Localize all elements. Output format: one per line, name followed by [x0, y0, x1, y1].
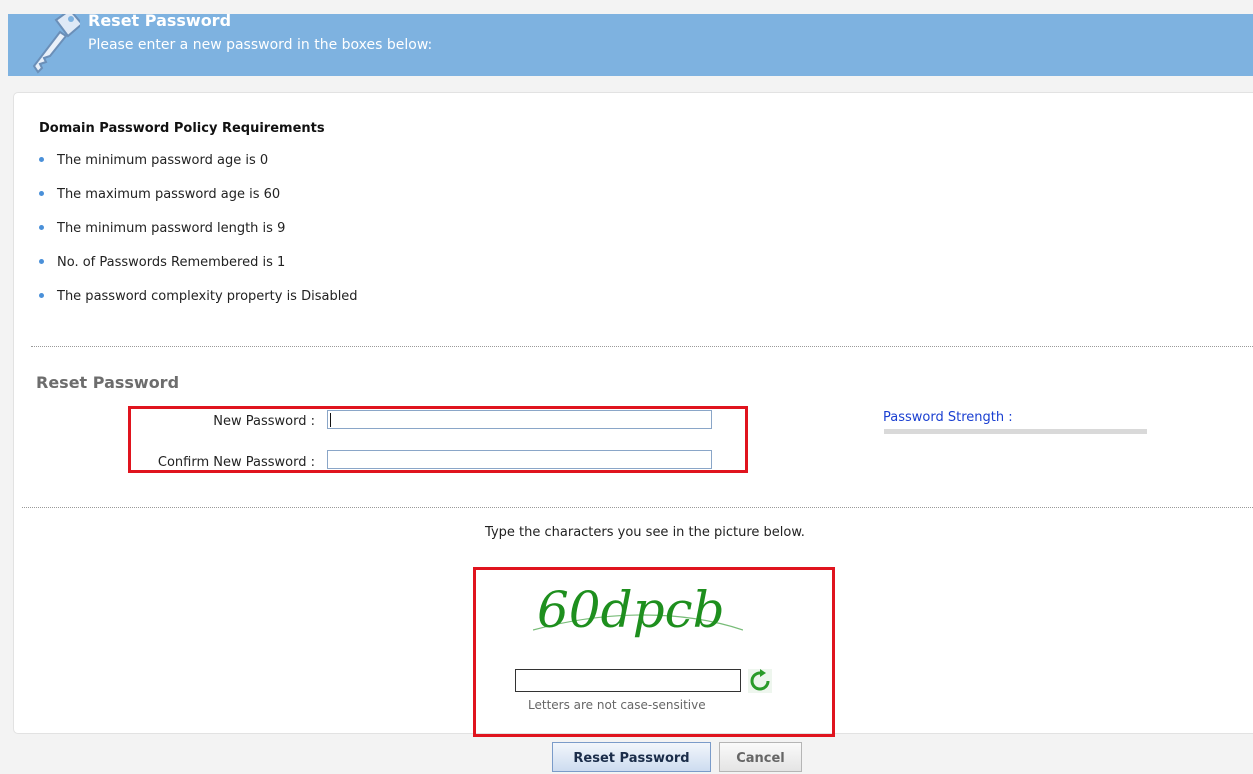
policy-item-text: The minimum password age is 0	[57, 153, 269, 168]
refresh-icon[interactable]	[748, 669, 772, 693]
reset-password-button[interactable]: Reset Password	[552, 742, 711, 772]
page-title: Reset Password	[88, 11, 232, 30]
bullet-icon	[39, 157, 44, 162]
bullet-icon	[39, 259, 44, 264]
highlight-box-password	[128, 406, 748, 473]
policy-item: The password complexity property is Disa…	[39, 289, 358, 304]
page-subtitle: Please enter a new password in the boxes…	[88, 37, 433, 53]
policy-item: The minimum password length is 9	[39, 221, 285, 236]
divider	[22, 507, 1253, 508]
policy-item-text: No. of Passwords Remembered is 1	[57, 255, 286, 270]
policy-item: No. of Passwords Remembered is 1	[39, 255, 285, 270]
bullet-icon	[39, 225, 44, 230]
password-strength-bar	[884, 429, 1147, 434]
key-icon	[32, 14, 80, 74]
captcha-text: 60dpcb	[537, 581, 725, 639]
policy-item: The minimum password age is 0	[39, 153, 268, 168]
captcha-image: 60dpcb	[533, 581, 743, 639]
policy-item-text: The password complexity property is Disa…	[57, 289, 358, 304]
bullet-icon	[39, 293, 44, 298]
captcha-input[interactable]	[515, 669, 741, 692]
divider	[31, 346, 1253, 347]
policy-title: Domain Password Policy Requirements	[39, 121, 325, 136]
page-header: Reset Password Please enter a new passwo…	[8, 11, 1253, 76]
cancel-button[interactable]: Cancel	[719, 742, 802, 772]
password-strength-label: Password Strength :	[883, 410, 1013, 425]
bullet-icon	[39, 191, 44, 196]
policy-item: The maximum password age is 60	[39, 187, 280, 202]
captcha-instruction: Type the characters you see in the pictu…	[485, 525, 805, 540]
case-sensitivity-note: Letters are not case-sensitive	[528, 698, 706, 712]
policy-item-text: The minimum password length is 9	[57, 221, 286, 236]
reset-section-title: Reset Password	[36, 373, 180, 392]
policy-item-text: The maximum password age is 60	[57, 187, 281, 202]
